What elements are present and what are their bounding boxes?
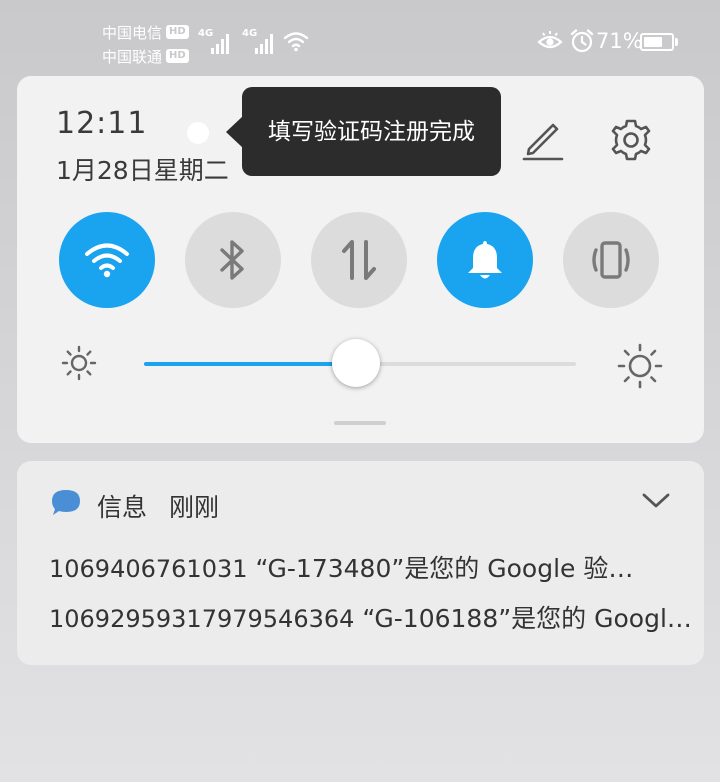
data-transfer-icon <box>342 240 376 280</box>
notification-time: 刚刚 <box>169 493 220 522</box>
message-item[interactable]: 10692959317979546364 “G-106188”是您的 Googl… <box>49 599 689 635</box>
battery-icon <box>640 33 678 51</box>
message-icon <box>52 490 80 515</box>
status-bar: 中国电信 HD 中国联通 HD 4G 4G 71% <box>0 0 720 76</box>
quick-settings-panel: 12:11 1月28日星期二 填写验证码注册完成 <box>17 76 704 443</box>
eye-icon <box>537 31 563 49</box>
bell-icon <box>468 241 502 279</box>
notification-app-name: 信息 <box>97 493 148 522</box>
toggle-bluetooth[interactable] <box>185 212 281 308</box>
carrier-1: 中国电信 HD <box>102 20 189 44</box>
settings-icon[interactable] <box>609 118 653 162</box>
signal-icon: 4G <box>242 28 276 54</box>
brightness-slider[interactable] <box>144 339 576 387</box>
network-gen-label: 4G <box>198 28 214 39</box>
message-sender: 10692959317979546364 <box>49 605 355 633</box>
vibrate-icon <box>592 241 630 279</box>
message-item[interactable]: 1069406761031 “G-173480”是您的 Google 验… <box>49 549 689 585</box>
drag-handle[interactable] <box>334 421 386 425</box>
carrier-name: 中国电信 <box>102 23 163 42</box>
brightness-high-icon <box>617 343 663 389</box>
toggle-wifi[interactable] <box>59 212 155 308</box>
date: 1月28日星期二 <box>56 156 229 185</box>
clock: 12:11 <box>56 106 148 141</box>
chevron-down-icon[interactable] <box>641 491 671 511</box>
message-sender: 1069406761031 <box>49 555 248 583</box>
wifi-icon <box>283 32 309 52</box>
battery-percent: 71% <box>596 29 643 53</box>
brightness-slider-fill <box>144 362 356 366</box>
brightness-slider-thumb[interactable] <box>331 339 380 387</box>
toggle-mobile-data[interactable] <box>311 212 407 308</box>
carrier-name: 中国联通 <box>102 47 163 66</box>
message-text: “G-106188”是您的 Googl… <box>362 604 689 633</box>
tooltip-text: 填写验证码注册完成 <box>268 118 475 145</box>
carrier-2: 中国联通 HD <box>102 44 189 68</box>
toggle-sound[interactable] <box>437 212 533 308</box>
signal-icon: 4G <box>198 28 232 54</box>
network-gen-label: 4G <box>242 28 258 39</box>
brightness-low-icon <box>61 345 97 381</box>
edit-icon[interactable] <box>520 116 566 162</box>
carrier-info: 中国电信 HD 中国联通 HD <box>102 20 189 68</box>
wifi-icon <box>85 243 129 278</box>
bluetooth-icon <box>220 240 244 280</box>
hd-badge: HD <box>166 49 189 63</box>
hd-badge: HD <box>166 25 189 39</box>
notification-card[interactable]: 信息 刚刚 1069406761031 “G-173480”是您的 Google… <box>17 461 704 665</box>
message-text: “G-173480”是您的 Google 验… <box>255 554 634 583</box>
toggle-vibrate[interactable] <box>563 212 659 308</box>
tap-indicator <box>187 122 209 144</box>
tooltip: 填写验证码注册完成 <box>226 87 501 176</box>
alarm-icon <box>570 29 594 53</box>
